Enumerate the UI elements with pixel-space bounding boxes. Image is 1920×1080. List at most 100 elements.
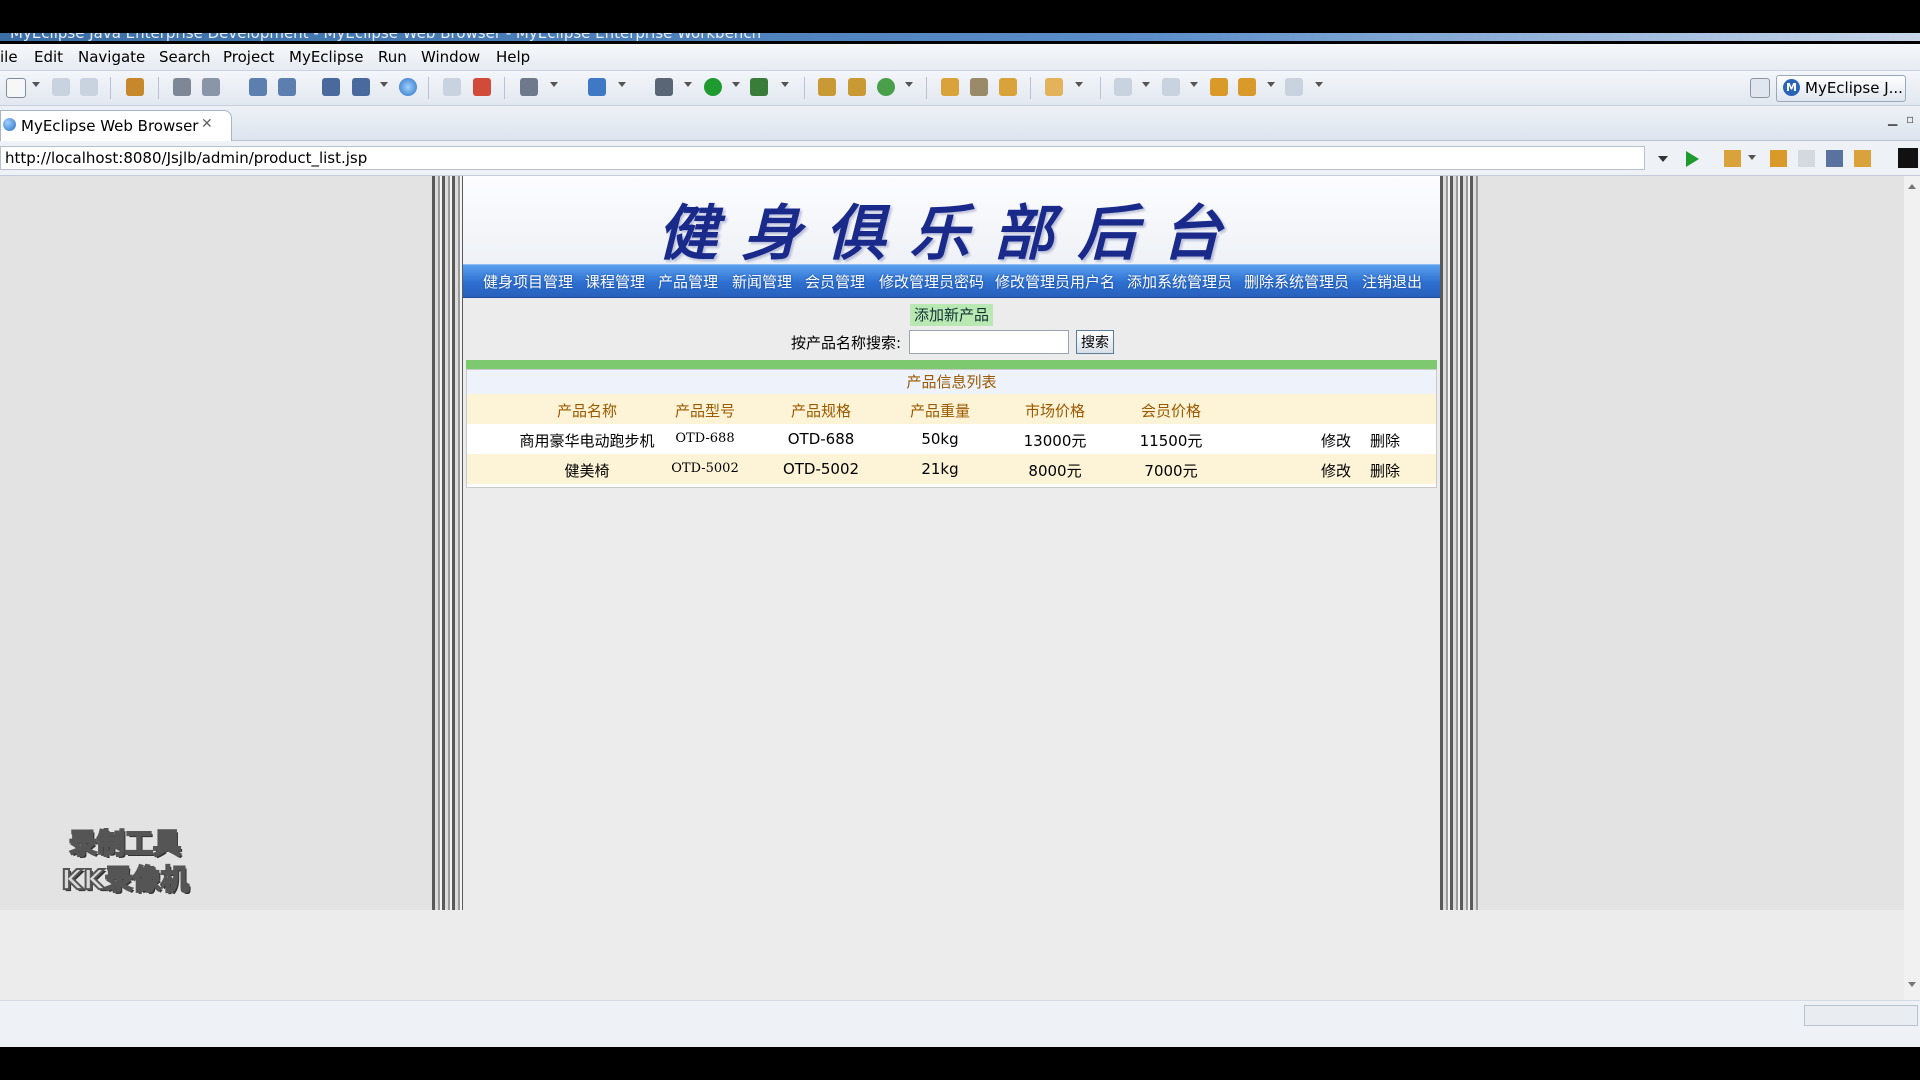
server-start-icon[interactable]: [249, 78, 267, 96]
nav-delete-admin[interactable]: 删除系统管理员: [1244, 271, 1349, 292]
table-header: 产品名称 产品型号 产品规格 产品重量 市场价格 会员价格: [467, 394, 1436, 424]
class-dropdown-icon[interactable]: [618, 82, 626, 87]
menu-window[interactable]: Window: [421, 48, 480, 66]
save-all-icon[interactable]: [80, 78, 98, 96]
open-perspective-icon[interactable]: [1750, 78, 1770, 98]
nav-logout[interactable]: 注销退出: [1362, 271, 1422, 292]
run-icon[interactable]: [704, 78, 722, 96]
go-icon[interactable]: [1686, 151, 1699, 167]
product-table: 产品信息列表 产品名称 产品型号 产品规格 产品重量 市场价格 会员价格 商用豪…: [466, 369, 1437, 488]
image-icon[interactable]: [520, 78, 538, 96]
scroll-down-icon[interactable]: [1908, 982, 1916, 987]
close-tab-icon[interactable]: ✕: [201, 116, 213, 132]
server-stop-icon[interactable]: [278, 78, 296, 96]
perspective-label: MyEclipse J...: [1805, 79, 1903, 97]
task-dropdown-icon[interactable]: [1075, 82, 1083, 87]
menu-project[interactable]: Project: [223, 48, 274, 66]
window-title: MyEclipse Java Enterprise Development - …: [10, 33, 761, 41]
nav-courses[interactable]: 课程管理: [585, 271, 645, 292]
nav-add-admin[interactable]: 添加系统管理员: [1127, 271, 1232, 292]
favorites-dropdown-icon[interactable]: [1748, 155, 1756, 160]
watermark-line2: KK录像机: [60, 862, 189, 897]
menu-myeclipse[interactable]: MyEclipse: [289, 48, 363, 66]
new-type-icon[interactable]: [877, 78, 895, 96]
next-annotation-dropdown-icon[interactable]: [1142, 82, 1150, 87]
deploy-project-icon[interactable]: [352, 78, 370, 96]
header-member-price: 会员价格: [1140, 402, 1201, 420]
last-edit-icon[interactable]: [1210, 78, 1228, 96]
refresh-project-icon[interactable]: [473, 78, 491, 96]
search-icon[interactable]: [999, 78, 1017, 96]
delete-link[interactable]: 删除: [1370, 460, 1400, 481]
edit-link[interactable]: 修改: [1321, 430, 1351, 451]
cell-spec: OTD-5002: [782, 460, 860, 478]
url-history-dropdown-icon[interactable]: [1658, 156, 1668, 162]
menu-file[interactable]: ile: [0, 48, 18, 66]
prev-annotation-icon[interactable]: [1162, 78, 1180, 96]
debug-dropdown-icon[interactable]: [684, 82, 692, 87]
minimize-icon[interactable]: ▁: [1888, 112, 1897, 126]
nav-news[interactable]: 新闻管理: [732, 271, 792, 292]
menu-run[interactable]: Run: [378, 48, 407, 66]
browser-forward-icon[interactable]: [1798, 150, 1815, 167]
new-file-icon[interactable]: [6, 78, 26, 98]
nav-change-username[interactable]: 修改管理员用户名: [995, 271, 1115, 292]
nav-members[interactable]: 会员管理: [805, 271, 865, 292]
open-folder-icon[interactable]: [443, 78, 461, 96]
menu-help[interactable]: Help: [496, 48, 530, 66]
cell-market-price: 13000元: [1023, 432, 1087, 450]
forward-icon[interactable]: [1285, 78, 1303, 96]
debug-config-icon[interactable]: [173, 78, 191, 96]
stop-icon[interactable]: [1826, 150, 1843, 167]
new-class-icon[interactable]: [588, 78, 606, 96]
back-dropdown-icon[interactable]: [1267, 82, 1275, 87]
new-dropdown-icon[interactable]: [32, 82, 40, 87]
run-dropdown-icon[interactable]: [732, 82, 740, 87]
open-type-icon[interactable]: [941, 78, 959, 96]
nav-fitness-projects[interactable]: 健身项目管理: [483, 271, 573, 292]
refresh-icon[interactable]: [1854, 150, 1871, 167]
browser-icon[interactable]: [399, 78, 417, 96]
edit-link[interactable]: 修改: [1321, 460, 1351, 481]
globe-icon: [3, 118, 16, 131]
menu-search[interactable]: Search: [159, 48, 211, 66]
menu-navigate[interactable]: Navigate: [78, 48, 145, 66]
forward-dropdown-icon[interactable]: [1315, 82, 1323, 87]
open-resource-icon[interactable]: [970, 78, 988, 96]
image-dropdown-icon[interactable]: [550, 82, 558, 87]
search-button[interactable]: 搜索: [1076, 330, 1114, 354]
deploy-icon[interactable]: [202, 78, 220, 96]
url-input[interactable]: [0, 146, 1645, 170]
package-icon[interactable]: [126, 78, 144, 96]
task-icon[interactable]: [1045, 78, 1063, 96]
delete-link[interactable]: 删除: [1370, 430, 1400, 451]
save-icon[interactable]: [52, 78, 70, 96]
cell-weight: 21kg: [921, 460, 959, 478]
external-tools-icon[interactable]: [750, 78, 768, 96]
tools-dropdown-icon[interactable]: [781, 82, 789, 87]
type-dropdown-icon[interactable]: [905, 82, 913, 87]
nav-change-password[interactable]: 修改管理员密码: [879, 271, 984, 292]
devtools-icon[interactable]: [1898, 148, 1918, 168]
maximize-icon[interactable]: ▫: [1906, 112, 1914, 126]
deploy-dropdown-icon[interactable]: [380, 82, 388, 87]
debug-icon[interactable]: [655, 78, 673, 96]
new-package-icon[interactable]: [818, 78, 836, 96]
perspective-button[interactable]: M MyEclipse J...: [1776, 75, 1906, 102]
web-project-icon[interactable]: [322, 78, 340, 96]
cell-weight: 50kg: [921, 430, 959, 448]
add-product-link[interactable]: 添加新产品: [909, 304, 993, 326]
vertical-scrollbar[interactable]: [1904, 176, 1920, 1016]
browser-back-icon[interactable]: [1770, 150, 1787, 167]
new-interface-icon[interactable]: [848, 78, 866, 96]
prev-annotation-dropdown-icon[interactable]: [1190, 82, 1198, 87]
next-annotation-icon[interactable]: [1114, 78, 1132, 96]
scroll-up-icon[interactable]: [1908, 184, 1916, 189]
favorites-icon[interactable]: [1724, 150, 1741, 167]
menu-edit[interactable]: Edit: [34, 48, 63, 66]
nav-products[interactable]: 产品管理: [658, 271, 718, 292]
tab-web-browser[interactable]: MyEclipse Web Browser ✕: [0, 110, 232, 141]
back-icon[interactable]: [1238, 78, 1256, 96]
search-input[interactable]: [909, 330, 1069, 354]
header-market-price: 市场价格: [1024, 402, 1085, 420]
